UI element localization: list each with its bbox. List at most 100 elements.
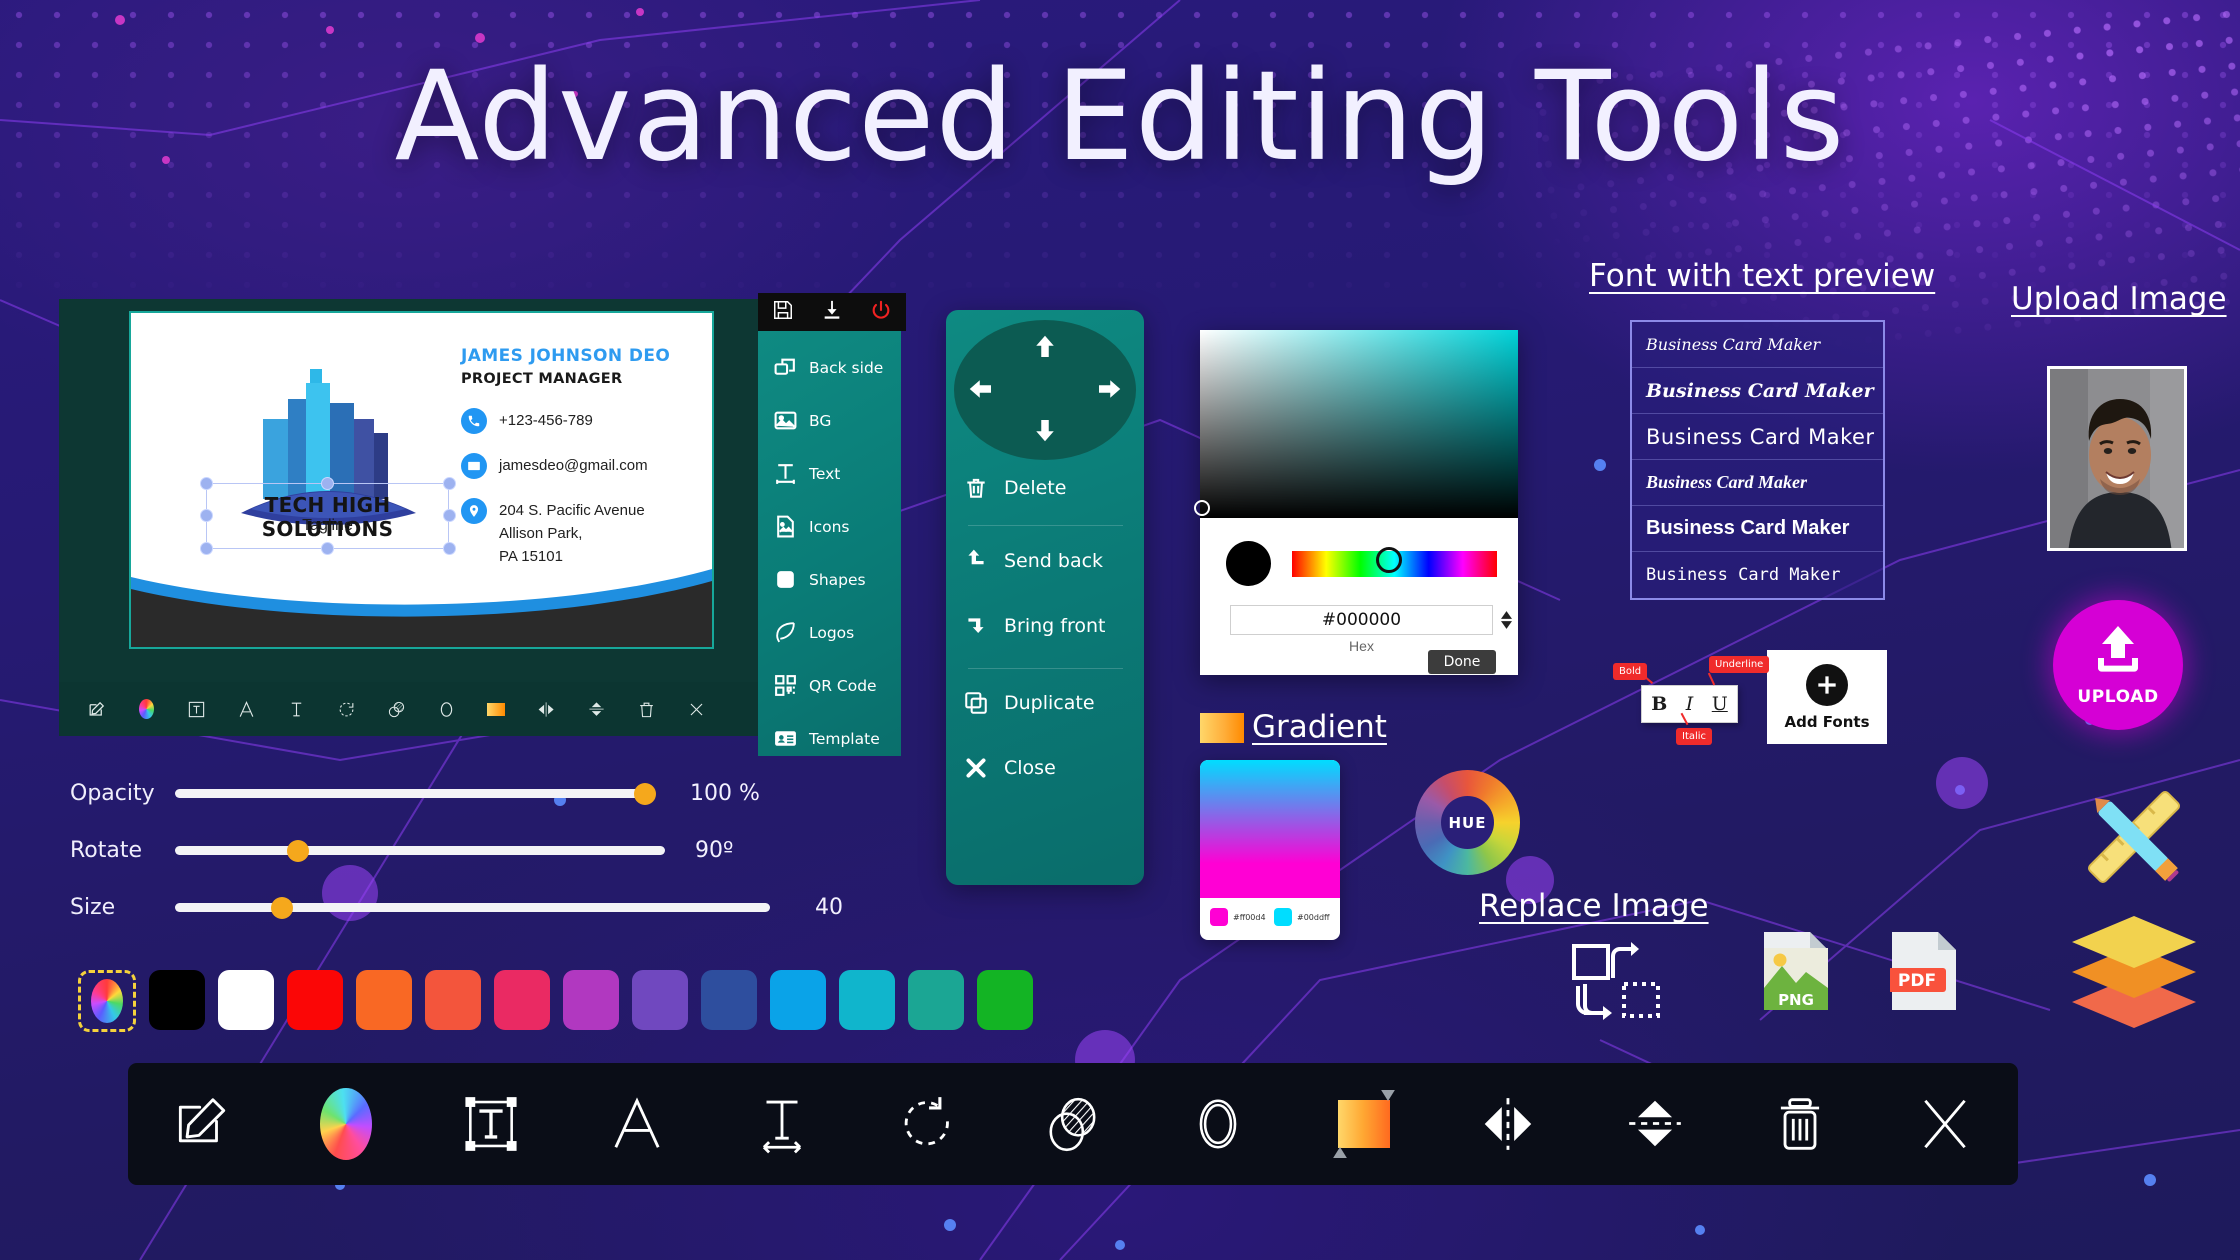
sidebar-item-bg[interactable]: BG	[758, 394, 901, 447]
font-list-item[interactable]: Business Card Maker	[1632, 460, 1883, 506]
property-sliders[interactable]: Opacity 100 % Rotate 90º Size 40	[70, 765, 870, 936]
gradient-preview-card[interactable]: #ff00d4 #00ddff	[1200, 760, 1340, 940]
rotate-slider-row[interactable]: Rotate 90º	[70, 822, 870, 879]
color-wheel-icon[interactable]	[273, 1088, 418, 1160]
uploaded-photo-preview[interactable]	[2047, 366, 2187, 551]
italic-button[interactable]: I	[1686, 693, 1694, 715]
done-button[interactable]: Done	[1428, 650, 1496, 674]
text-box-icon[interactable]	[419, 1093, 564, 1155]
opacity-slider-knob[interactable]	[634, 782, 656, 805]
swatch-pink[interactable]	[494, 970, 550, 1030]
png-file-icon[interactable]: PNG	[1762, 930, 1830, 1012]
card-mini-toolbar[interactable]	[59, 682, 759, 736]
card-phone-row[interactable]: +123-456-789	[461, 408, 593, 434]
gradient-icon[interactable]	[471, 688, 521, 730]
opacity-slider-row[interactable]: Opacity 100 %	[70, 765, 870, 822]
flip-vertical-icon[interactable]	[571, 688, 621, 730]
bold-button[interactable]: B	[1651, 693, 1667, 715]
underline-button[interactable]: U	[1712, 693, 1728, 715]
move-up-arrow-icon[interactable]	[1030, 332, 1060, 367]
replace-image-icon[interactable]	[1572, 940, 1664, 1022]
swatch-tomato[interactable]	[425, 970, 481, 1030]
font-a-icon[interactable]	[564, 1093, 709, 1155]
delete-button[interactable]: Delete	[962, 475, 1066, 501]
upload-image-label[interactable]: Upload Image	[2011, 281, 2227, 317]
editor-canvas[interactable]: TECH HIGH SOLUTIONS Tagline JAMES JOHNSO…	[59, 299, 759, 736]
selection-handle[interactable]	[321, 542, 334, 555]
editor-side-menu[interactable]: Back side BG Text Icons Shapes Logos QR …	[758, 331, 901, 756]
move-dpad[interactable]	[954, 320, 1136, 460]
shape-circle-icon[interactable]	[1146, 1093, 1291, 1155]
selection-handle[interactable]	[443, 542, 456, 555]
text-height-icon[interactable]	[710, 1093, 855, 1155]
size-slider-row[interactable]: Size 40	[70, 879, 870, 936]
color-picker-panel[interactable]: #000000 Hex Done	[1194, 330, 1518, 675]
font-a-icon[interactable]	[221, 688, 271, 730]
send-back-button[interactable]: Send back	[962, 548, 1103, 574]
selection-handle[interactable]	[200, 542, 213, 555]
selection-handle[interactable]	[200, 477, 213, 490]
gradient-chip-1[interactable]: #ff00d4	[1210, 908, 1266, 926]
size-slider-knob[interactable]	[271, 896, 294, 919]
gradient-swatch-icon[interactable]	[1200, 713, 1244, 743]
sidebar-item-text[interactable]: Text	[758, 447, 901, 500]
card-email-row[interactable]: jamesdeo@gmail.com	[461, 453, 648, 479]
swatch-white[interactable]	[218, 970, 274, 1030]
font-preview-label[interactable]: Font with text preview	[1589, 258, 1935, 294]
rotate-icon[interactable]	[321, 688, 371, 730]
swatch-custom-color-picker[interactable]	[78, 970, 136, 1032]
color-swatch-row[interactable]	[78, 970, 1033, 1032]
sv-cursor-handle[interactable]	[1194, 500, 1210, 516]
edit-pencil-icon[interactable]	[128, 1093, 273, 1155]
sidebar-item-qr-code[interactable]: QR Code	[758, 659, 901, 712]
color-wheel-icon[interactable]	[121, 688, 171, 730]
close-x-icon[interactable]	[671, 688, 721, 730]
trash-icon[interactable]	[1727, 1093, 1872, 1155]
flip-vertical-icon[interactable]	[1582, 1093, 1727, 1155]
text-box-icon[interactable]	[171, 688, 221, 730]
download-icon[interactable]	[821, 299, 843, 326]
flip-horizontal-icon[interactable]	[1437, 1093, 1582, 1155]
opacity-icon[interactable]	[1000, 1093, 1145, 1155]
gradient-label[interactable]: Gradient	[1252, 709, 1387, 745]
hex-input[interactable]: #000000	[1230, 605, 1493, 635]
swatch-teal[interactable]	[908, 970, 964, 1030]
add-fonts-button[interactable]: Add Fonts	[1767, 650, 1887, 744]
swatch-green[interactable]	[977, 970, 1033, 1030]
opacity-icon[interactable]	[371, 688, 421, 730]
hex-stepper[interactable]	[1499, 605, 1513, 635]
power-icon[interactable]	[870, 299, 892, 326]
save-floppy-icon[interactable]	[772, 299, 794, 326]
text-height-icon[interactable]	[271, 688, 321, 730]
swatch-purple[interactable]	[632, 970, 688, 1030]
font-preview-list[interactable]: Business Card Maker Business Card Maker …	[1630, 320, 1885, 600]
swatch-blue[interactable]	[770, 970, 826, 1030]
font-list-item[interactable]: Business Card Maker	[1632, 368, 1883, 414]
move-down-arrow-icon[interactable]	[1030, 415, 1060, 450]
rotate-slider-track[interactable]	[175, 839, 665, 862]
rotate-slider-knob[interactable]	[286, 839, 309, 862]
font-list-item[interactable]: Business Card Maker	[1632, 414, 1883, 460]
font-list-item[interactable]: Business Card Maker	[1632, 322, 1883, 368]
bring-front-button[interactable]: Bring front	[962, 613, 1105, 639]
saturation-value-area[interactable]	[1200, 330, 1518, 518]
hue-wheel-icon[interactable]: HUE	[1415, 770, 1520, 875]
upload-button[interactable]: UPLOAD	[2053, 600, 2183, 730]
sidebar-item-shapes[interactable]: Shapes	[758, 553, 901, 606]
edit-pencil-icon[interactable]	[71, 688, 121, 730]
sidebar-item-back-side[interactable]: Back side	[758, 341, 901, 394]
close-button[interactable]: Close	[962, 755, 1056, 781]
text-style-toolbar[interactable]: B I U	[1641, 685, 1738, 723]
move-right-arrow-icon[interactable]	[1094, 374, 1124, 409]
sidebar-item-template[interactable]: Template	[758, 712, 901, 765]
flip-horizontal-icon[interactable]	[521, 688, 571, 730]
editor-top-actions[interactable]	[758, 293, 906, 331]
close-x-icon[interactable]	[1873, 1093, 2018, 1155]
business-card-preview[interactable]: TECH HIGH SOLUTIONS Tagline JAMES JOHNSO…	[129, 311, 714, 649]
gradient-icon[interactable]	[1291, 1090, 1436, 1158]
swatch-indigo[interactable]	[701, 970, 757, 1030]
gradient-chip-2[interactable]: #00ddff	[1274, 908, 1330, 926]
swatch-cyan[interactable]	[839, 970, 895, 1030]
sidebar-item-logos[interactable]: Logos	[758, 606, 901, 659]
hue-slider-knob[interactable]	[1376, 547, 1402, 573]
